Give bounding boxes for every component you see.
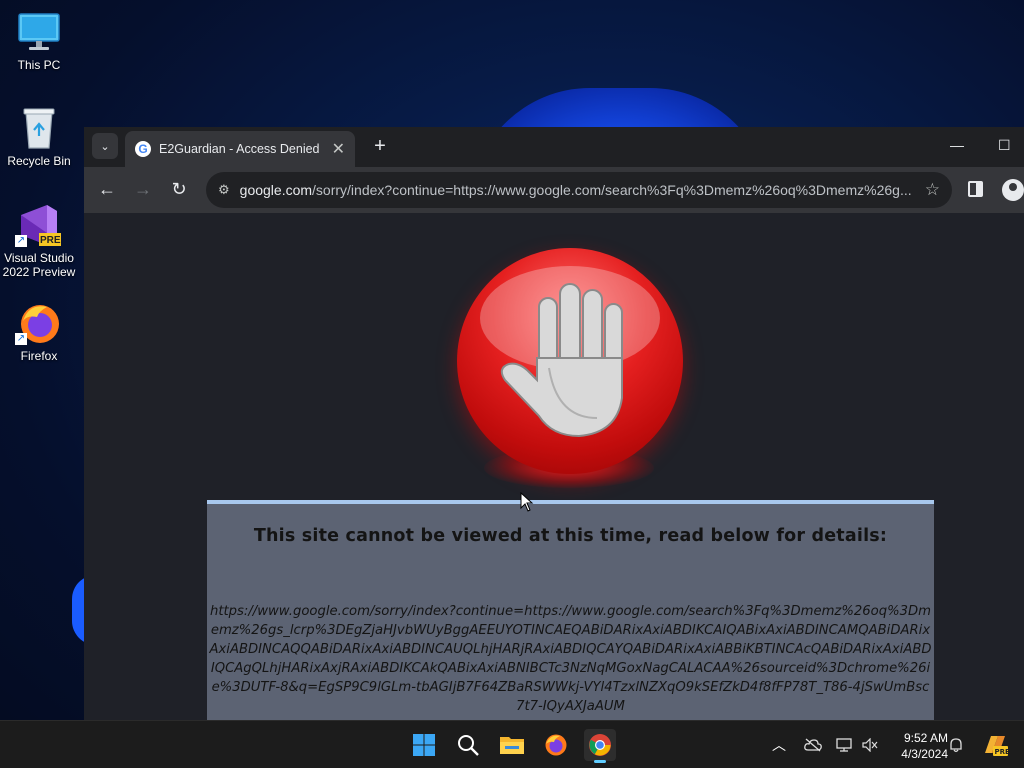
desktop-icon-firefox[interactable]: ↗ Firefox <box>0 301 78 363</box>
maximize-button[interactable]: ☐ <box>998 137 1011 154</box>
blocked-url-text: https://www.google.com/sorry/index?conti… <box>209 604 932 714</box>
google-favicon-icon: G <box>135 141 151 157</box>
browser-window: ⌄ G E2Guardian - Access Denied ✕ + — ☐ ←… <box>84 127 1024 720</box>
start-icon <box>413 734 435 756</box>
taskbar: ︿ 9:52 AM 4/3/2024 PRE <box>0 720 1024 768</box>
notifications-button[interactable] <box>948 721 964 768</box>
desktop-icon-label: Recycle Bin <box>7 154 71 168</box>
access-denied-panel: This site cannot be viewed at this time,… <box>207 500 934 720</box>
start-button[interactable] <box>408 729 440 761</box>
file-explorer-button[interactable] <box>496 729 528 761</box>
desktop-icon-label: Firefox <box>20 349 58 363</box>
desktop-icon-recycle-bin[interactable]: Recycle Bin <box>0 106 78 168</box>
desktop-icon-this-pc[interactable]: This PC <box>0 10 78 72</box>
svg-text:PRE: PRE <box>995 748 1009 756</box>
preview-badge: PRE <box>40 235 61 246</box>
profile-icon[interactable] <box>1002 179 1024 201</box>
bell-icon <box>950 738 962 753</box>
show-hidden-icons-button[interactable]: ︿ <box>772 721 786 768</box>
desktop-icon-label: This PC <box>17 58 61 72</box>
url-path: /sorry/index?continue=https://www.google… <box>312 182 912 198</box>
side-panel-icon[interactable] <box>968 181 983 197</box>
chevron-down-icon: ⌄ <box>100 140 110 153</box>
onedrive-icon[interactable] <box>804 721 822 768</box>
firefox-taskbar-button[interactable] <box>540 729 572 761</box>
stop-hand-icon <box>457 248 683 474</box>
network-icon[interactable] <box>836 721 852 768</box>
back-button[interactable]: ← <box>96 179 118 200</box>
url-host: google.com <box>239 182 313 198</box>
firefox-icon <box>545 734 567 756</box>
browser-toolbar: ← → ↻ ⚙ google.com/sorry/index?continue=… <box>84 167 1024 213</box>
shortcut-arrow-icon: ↗ <box>15 235 27 247</box>
copilot-preview-button[interactable]: PRE <box>982 721 1008 768</box>
denied-heading: This site cannot be viewed at this time,… <box>253 526 888 546</box>
address-bar[interactable]: ⚙ google.com/sorry/index?continue=https:… <box>206 172 952 208</box>
monitor-icon <box>17 10 61 54</box>
chrome-icon <box>589 734 611 756</box>
close-icon[interactable]: ✕ <box>332 139 345 159</box>
reload-button[interactable]: ↻ <box>168 179 190 200</box>
desktop-icon-label: Visual Studio 2022 Preview <box>2 251 76 279</box>
search-icon <box>458 735 479 756</box>
shortcut-arrow-icon: ↗ <box>15 333 27 345</box>
volume-muted-icon[interactable] <box>862 721 878 768</box>
site-info-icon[interactable]: ⚙ <box>218 182 230 198</box>
visual-studio-icon: PRE ↗ <box>15 203 61 247</box>
clock-date: 4/3/2024 <box>901 747 948 761</box>
tab-title: E2Guardian - Access Denied <box>159 142 320 156</box>
firefox-icon: ↗ <box>15 301 61 345</box>
taskbar-search-button[interactable] <box>452 729 484 761</box>
tab-e2guardian[interactable]: G E2Guardian - Access Denied ✕ <box>125 131 355 167</box>
system-clock[interactable]: 9:52 AM 4/3/2024 <box>886 730 948 762</box>
file-explorer-icon <box>500 737 524 754</box>
new-tab-button[interactable]: + <box>368 135 392 158</box>
copilot-preview-icon: PRE <box>985 736 1009 756</box>
forward-button[interactable]: → <box>132 179 154 200</box>
recycle-bin-icon <box>17 106 61 150</box>
clock-time: 9:52 AM <box>903 731 948 745</box>
chrome-taskbar-button[interactable] <box>584 729 616 763</box>
address-url[interactable]: google.com/sorry/index?continue=https://… <box>240 182 915 198</box>
tab-strip: ⌄ G E2Guardian - Access Denied ✕ + — ☐ <box>84 127 1024 167</box>
mouse-cursor-icon <box>520 492 534 512</box>
bookmark-star-icon[interactable]: ☆ <box>925 180 940 200</box>
chevron-up-icon: ︿ <box>772 737 786 753</box>
minimize-button[interactable]: — <box>950 137 964 153</box>
tab-search-button[interactable]: ⌄ <box>92 133 118 159</box>
page-content: This site cannot be viewed at this time,… <box>84 213 1024 720</box>
desktop-icon-visual-studio[interactable]: PRE ↗ Visual Studio 2022 Preview <box>0 203 78 279</box>
